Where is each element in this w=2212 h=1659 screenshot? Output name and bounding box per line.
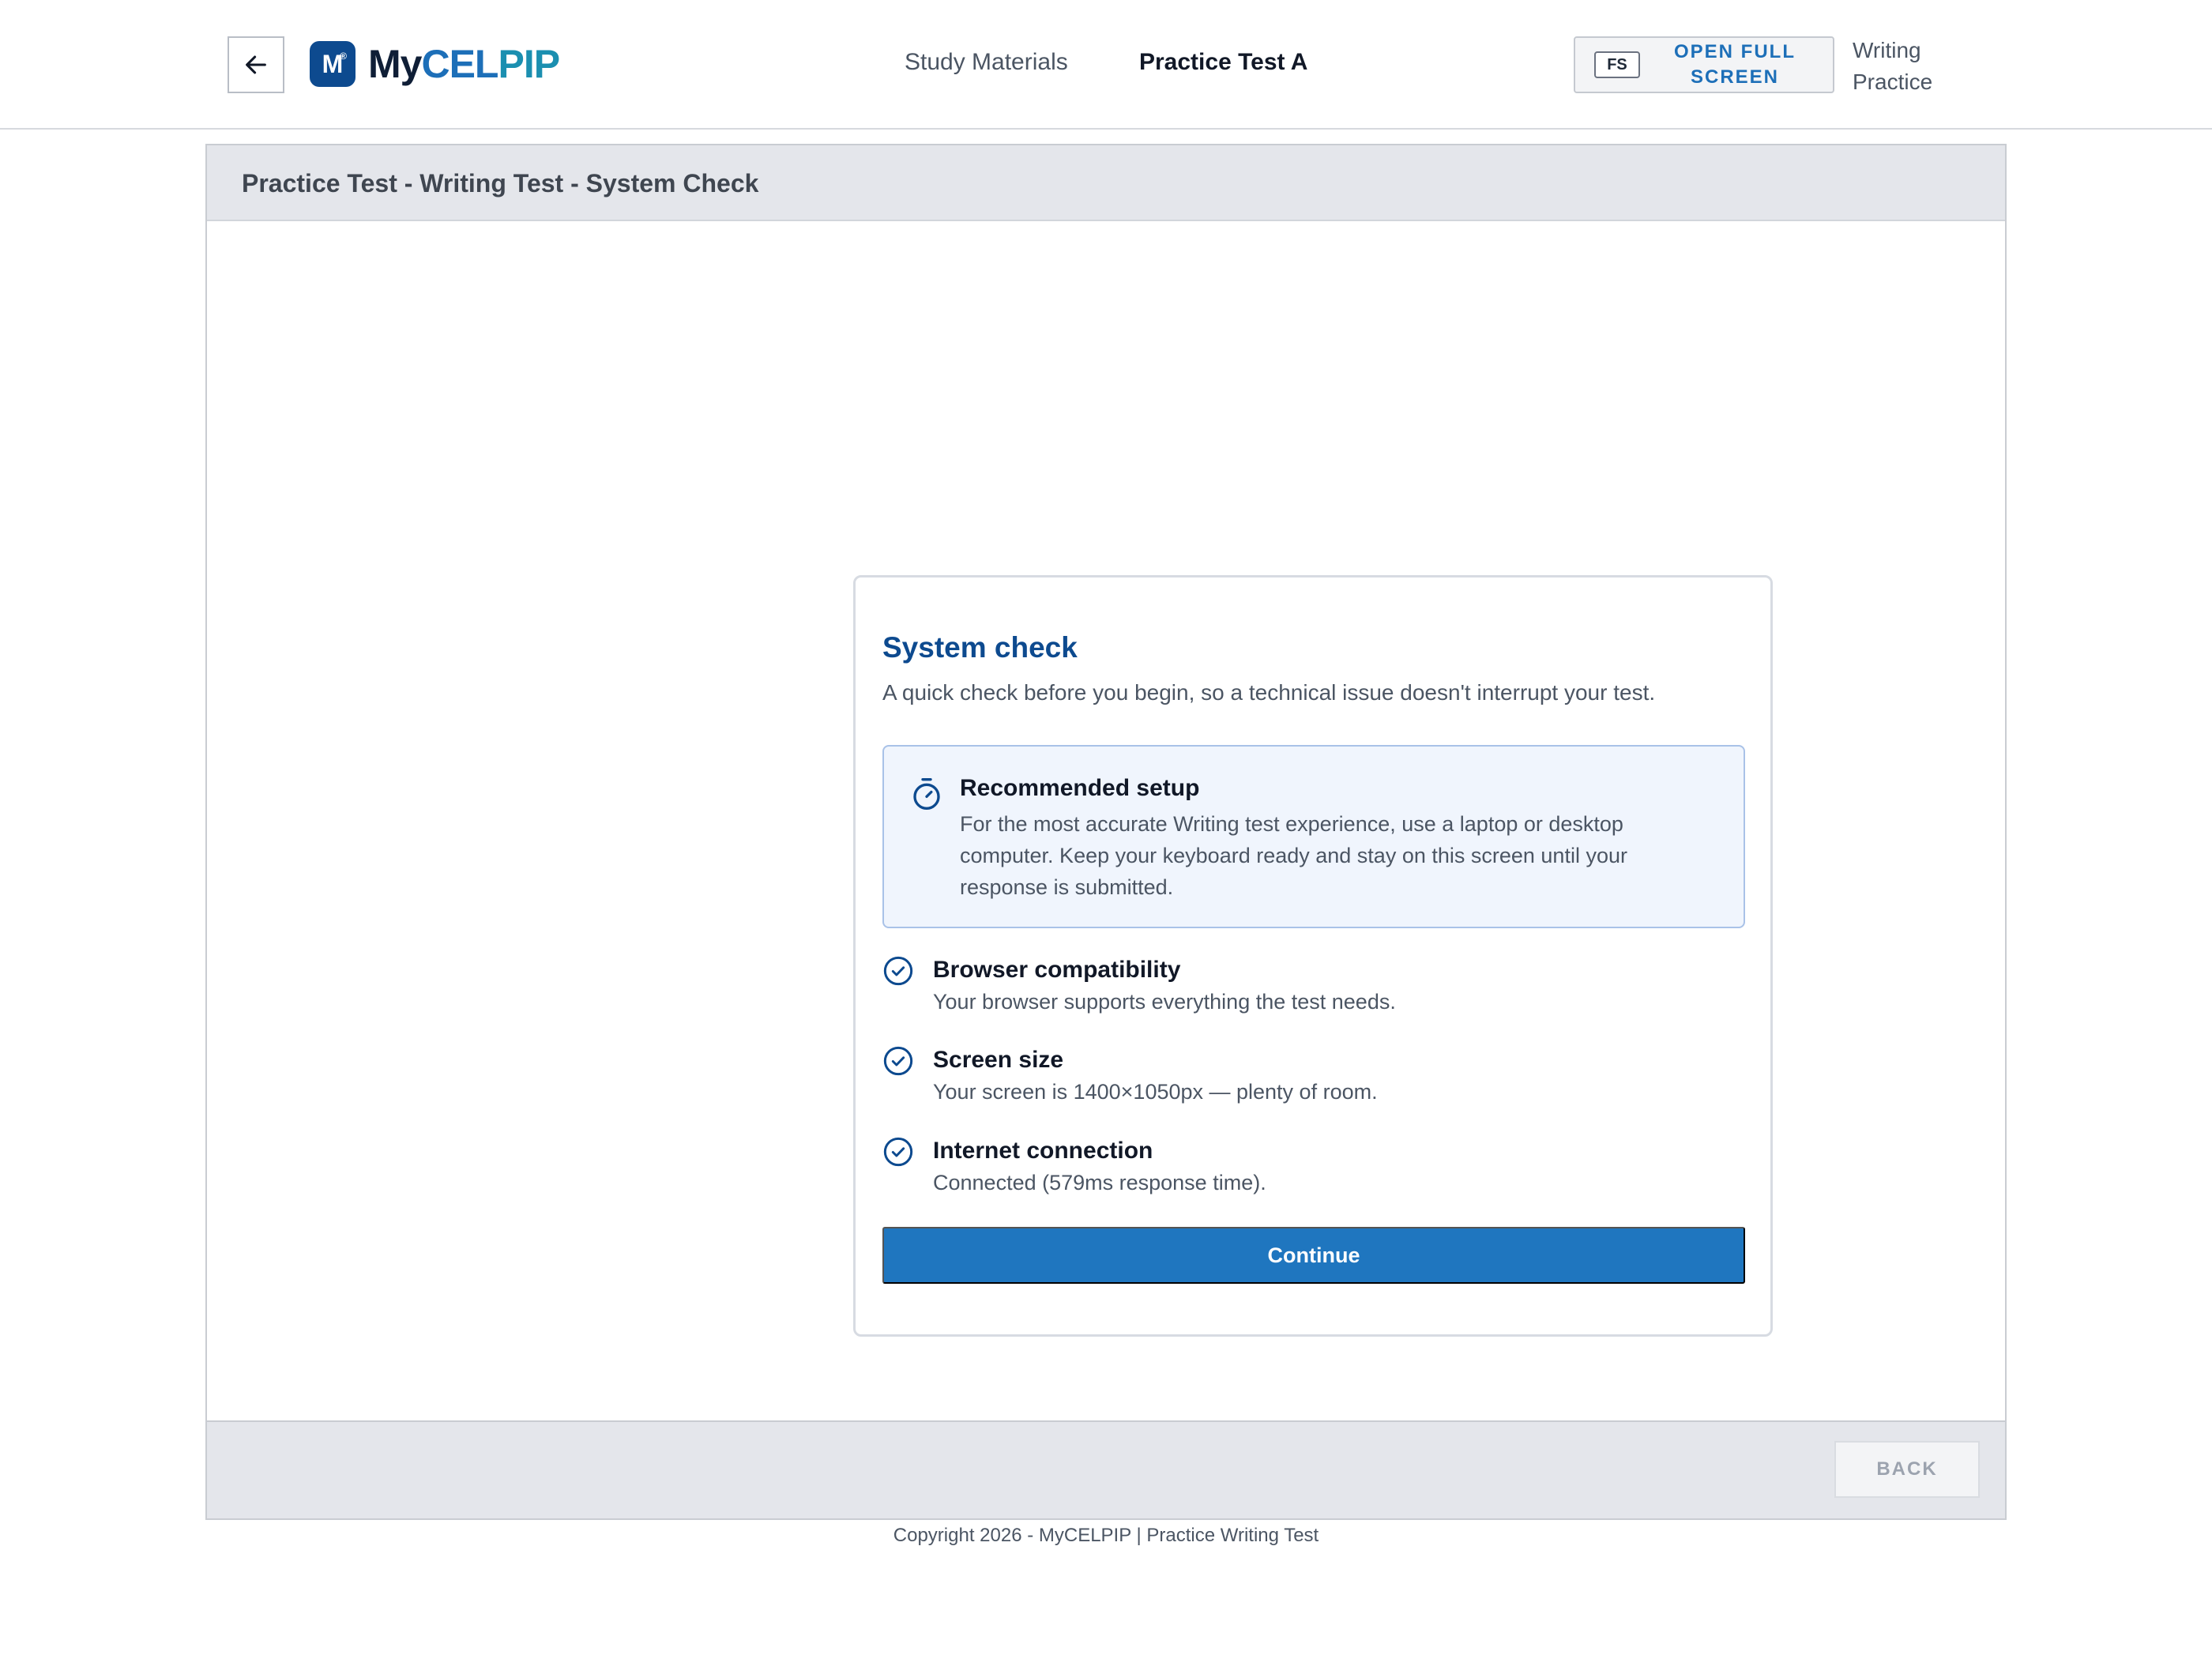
- page-title: Practice Test - Writing Test - System Ch…: [242, 169, 759, 198]
- check-circle-icon: [883, 1046, 913, 1076]
- card-subtitle: A quick check before you begin, so a tec…: [882, 680, 1656, 705]
- stopwatch-icon: [913, 778, 940, 810]
- open-full-screen-button[interactable]: FS OPEN FULL SCREEN: [1574, 36, 1834, 93]
- copyright-text: Copyright 2026 - MyCELPIP | Practice Wri…: [893, 1525, 1319, 1546]
- setup-title: Recommended setup: [960, 775, 1200, 801]
- continue-button[interactable]: Continue: [882, 1227, 1745, 1284]
- top-navigation: M ® MyCELPIP Study Materials Practice Tes…: [0, 0, 2212, 130]
- nav-practice-test-a[interactable]: Practice Test A: [1139, 49, 1307, 76]
- mycelpip-logo[interactable]: M ® MyCELPIP: [310, 41, 560, 87]
- nav-study-materials[interactable]: Study Materials: [905, 49, 1068, 76]
- recommended-setup-notice: Recommended setup For the most accurate …: [882, 745, 1745, 928]
- arrow-left-icon: [246, 55, 266, 74]
- check-title: Browser compatibility: [933, 957, 1181, 983]
- mode-label: Writing Practice: [1853, 38, 1933, 94]
- setup-body: For the most accurate Writing test exper…: [960, 812, 1627, 899]
- fs-key-badge: FS: [1594, 51, 1640, 78]
- check-description: Connected (579ms response time).: [933, 1171, 1266, 1194]
- check-circle-icon: [883, 1137, 913, 1167]
- check-description: Your screen is 1400×1050px — plenty of r…: [933, 1080, 1378, 1104]
- check-internet-connection: Internet connection Connected (579ms res…: [882, 1136, 1745, 1207]
- check-screen-size: Screen size Your screen is 1400×1050px —…: [882, 1045, 1745, 1116]
- panel-header: Practice Test - Writing Test - System Ch…: [207, 145, 2005, 221]
- full-screen-label: OPEN FULL SCREEN: [1674, 41, 1796, 88]
- logo-mark: M ®: [310, 41, 356, 87]
- check-circle-icon: [883, 956, 913, 986]
- check-title: Internet connection: [933, 1138, 1153, 1164]
- test-panel: Practice Test - Writing Test - System Ch…: [205, 144, 2007, 1520]
- logo-wordmark: MyCELPIP: [368, 42, 560, 86]
- card-title: System check: [882, 631, 1078, 664]
- check-title: Screen size: [933, 1047, 1064, 1073]
- system-check-card: System check A quick check before you be…: [853, 575, 1773, 1337]
- check-description: Your browser supports everything the tes…: [933, 990, 1396, 1014]
- back-arrow-button[interactable]: [228, 36, 284, 93]
- panel-footer: BACK: [207, 1420, 2005, 1518]
- back-button[interactable]: BACK: [1834, 1441, 1980, 1498]
- check-browser-compatibility: Browser compatibility Your browser suppo…: [882, 955, 1745, 1026]
